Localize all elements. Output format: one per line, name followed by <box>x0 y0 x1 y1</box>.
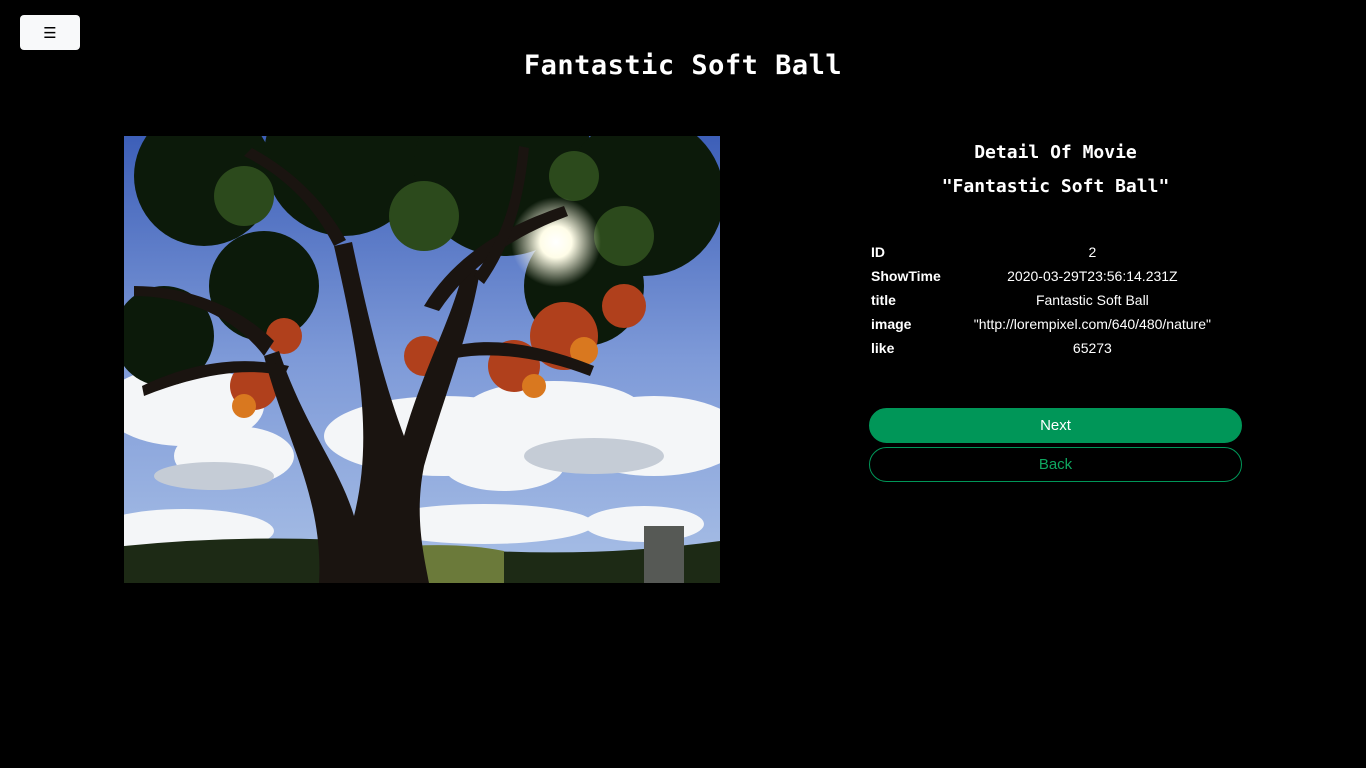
next-button[interactable]: Next <box>869 408 1242 443</box>
detail-movie-title: "Fantastic Soft Ball" <box>941 176 1170 197</box>
detail-key: title <box>871 292 896 308</box>
detail-value: 2 <box>1088 244 1097 260</box>
detail-table: ID 2 ShowTime 2020-03-29T23:56:14.231Z t… <box>869 240 1242 360</box>
page-title: Fantastic Soft Ball <box>523 50 843 81</box>
detail-key: ID <box>871 244 885 260</box>
detail-row-image: image "http://lorempixel.com/640/480/nat… <box>869 312 1242 336</box>
detail-key: like <box>871 340 895 356</box>
detail-key: ShowTime <box>871 268 941 284</box>
detail-row-title: title Fantastic Soft Ball <box>869 288 1242 312</box>
detail-heading: Detail Of Movie <box>974 142 1137 163</box>
menu-toggle-button[interactable]: ☰ <box>20 15 80 50</box>
detail-value: 65273 <box>1072 340 1112 356</box>
hamburger-menu-icon: ☰ <box>43 23 57 42</box>
detail-row-showtime: ShowTime 2020-03-29T23:56:14.231Z <box>869 264 1242 288</box>
movie-image <box>124 136 720 583</box>
movie-detail-panel: Detail Of Movie "Fantastic Soft Ball" ID… <box>869 136 1242 482</box>
detail-value: "http://lorempixel.com/640/480/nature" <box>973 316 1211 332</box>
back-button[interactable]: Back <box>869 447 1242 482</box>
detail-key: image <box>871 316 912 332</box>
detail-value: 2020-03-29T23:56:14.231Z <box>1007 268 1178 284</box>
detail-row-like: like 65273 <box>869 336 1242 360</box>
detail-value: Fantastic Soft Ball <box>1035 292 1149 308</box>
detail-row-id: ID 2 <box>869 240 1242 264</box>
